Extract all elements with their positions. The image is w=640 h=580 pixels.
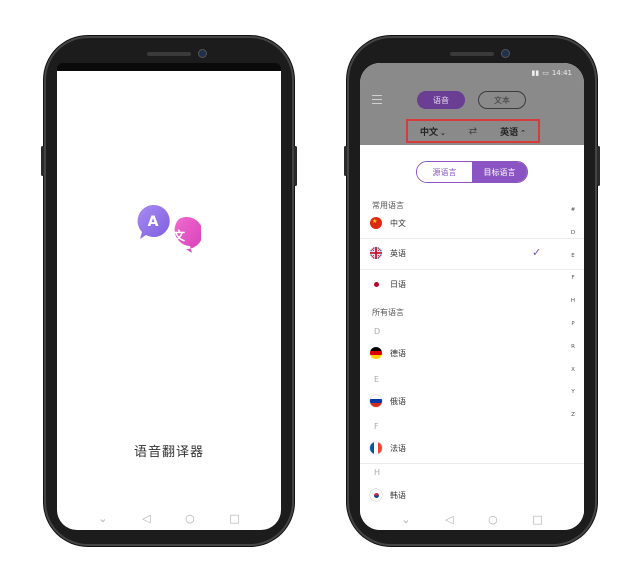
volume-button bbox=[344, 146, 347, 176]
menu-icon[interactable] bbox=[372, 95, 382, 104]
back-icon[interactable]: ◁ bbox=[445, 513, 453, 526]
france-flag-icon bbox=[370, 442, 382, 454]
logo-glyph-wen: 文 bbox=[173, 228, 186, 243]
earpiece bbox=[147, 52, 191, 56]
front-camera bbox=[502, 50, 509, 57]
germany-flag-icon bbox=[370, 347, 382, 359]
phone-frame-right: ▮▮ ▭ 14:41 语音 文本 中文 ⌄ ⇄ 英语 ⌃ 源语言 目标语言 常用… bbox=[344, 36, 600, 546]
alphabet-index[interactable]: # D E F H P R X Y Z bbox=[568, 205, 578, 433]
language-switcher: 中文 ⌄ ⇄ 英语 ⌃ bbox=[406, 119, 540, 143]
language-picker-sheet: 源语言 目标语言 常用语言 ★ 中文 英语 ✓ 日语 所有语言 D 德语 E 俄… bbox=[360, 145, 584, 530]
index-letter[interactable]: Y bbox=[571, 387, 574, 410]
index-letter[interactable]: X bbox=[571, 365, 575, 388]
index-letter[interactable]: P bbox=[571, 319, 574, 342]
tab-source-language[interactable]: 源语言 bbox=[417, 162, 472, 182]
home-icon[interactable]: ○ bbox=[488, 513, 498, 526]
status-time: 14:41 bbox=[551, 69, 572, 77]
china-flag-icon: ★ bbox=[370, 217, 382, 229]
logo-letter-a: A bbox=[148, 214, 159, 230]
divider bbox=[360, 463, 584, 464]
index-letter[interactable]: Z bbox=[571, 410, 575, 433]
splash-screen: A 文 语音翻译器 ⌄ ◁ ○ □ bbox=[57, 63, 281, 530]
battery-icon: ▭ bbox=[542, 69, 549, 77]
language-item-russian[interactable]: 俄语 bbox=[370, 393, 560, 409]
chevron-up-icon: ⌃ bbox=[520, 128, 526, 137]
chevron-down-icon[interactable]: ⌄ bbox=[401, 513, 410, 526]
signal-icon: ▮▮ bbox=[531, 69, 540, 77]
chevron-down-icon: ⌄ bbox=[440, 128, 446, 137]
language-item-japanese[interactable]: 日语 bbox=[370, 276, 560, 292]
language-name: 英语 bbox=[390, 248, 406, 258]
group-letter-f: F bbox=[374, 422, 379, 431]
common-languages-title: 常用语言 bbox=[372, 201, 404, 210]
recents-icon[interactable]: □ bbox=[229, 512, 239, 525]
target-language-label: 英语 bbox=[500, 127, 519, 138]
phone-frame-left: A 文 语音翻译器 ⌄ ◁ ○ □ bbox=[41, 36, 297, 546]
front-camera bbox=[199, 50, 206, 57]
volume-button bbox=[41, 146, 44, 176]
russia-flag-icon bbox=[370, 395, 382, 407]
language-name: 俄语 bbox=[390, 396, 406, 406]
home-icon[interactable]: ○ bbox=[185, 512, 195, 525]
check-icon: ✓ bbox=[532, 246, 542, 259]
language-item-german[interactable]: 德语 bbox=[370, 345, 560, 361]
japan-flag-icon bbox=[370, 278, 382, 290]
tab-voice[interactable]: 语音 bbox=[417, 91, 465, 109]
tab-target-language[interactable]: 目标语言 bbox=[472, 162, 527, 182]
uk-flag-icon bbox=[370, 247, 382, 259]
app-logo-icon: A 文 bbox=[137, 204, 201, 253]
language-name: 德语 bbox=[390, 348, 406, 358]
source-language-label: 中文 bbox=[420, 127, 439, 138]
system-nav-bar: ⌄ ◁ ○ □ bbox=[57, 506, 281, 530]
language-name: 法语 bbox=[390, 443, 406, 453]
korea-flag-icon bbox=[370, 489, 382, 501]
picker-tabs: 源语言 目标语言 bbox=[416, 161, 528, 183]
status-bar: ▮▮ ▭ 14:41 bbox=[360, 63, 584, 83]
language-item-korean[interactable]: 韩语 bbox=[370, 487, 560, 503]
swap-icon[interactable]: ⇄ bbox=[469, 126, 477, 137]
divider bbox=[360, 238, 584, 239]
index-letter[interactable]: E bbox=[571, 251, 574, 274]
language-name: 日语 bbox=[390, 279, 406, 289]
chevron-down-icon[interactable]: ⌄ bbox=[98, 512, 107, 525]
group-letter-e: E bbox=[374, 375, 380, 384]
source-language-button[interactable]: 中文 ⌄ bbox=[420, 125, 446, 138]
target-language-button[interactable]: 英语 ⌃ bbox=[500, 125, 526, 138]
language-item-french[interactable]: 法语 bbox=[370, 440, 560, 456]
system-nav-bar: ⌄ ◁ ○ □ bbox=[360, 508, 584, 530]
header: 语音 文本 中文 ⌄ ⇄ 英语 ⌃ bbox=[360, 83, 584, 145]
power-button bbox=[294, 146, 297, 186]
showcase: A 文 语音翻译器 ⌄ ◁ ○ □ ▮▮ ▭ 14:41 语音 文本 中文 ⌄ … bbox=[0, 0, 640, 580]
divider bbox=[360, 269, 584, 270]
earpiece bbox=[450, 52, 494, 56]
language-name: 中文 bbox=[390, 218, 406, 228]
index-letter[interactable]: # bbox=[571, 205, 576, 228]
group-letter-h: H bbox=[374, 468, 381, 477]
app-name: 语音翻译器 bbox=[133, 445, 204, 460]
index-letter[interactable]: R bbox=[571, 342, 575, 365]
all-languages-title: 所有语言 bbox=[372, 308, 404, 317]
back-icon[interactable]: ◁ bbox=[142, 512, 150, 525]
tab-text[interactable]: 文本 bbox=[478, 91, 526, 109]
index-letter[interactable]: H bbox=[571, 296, 575, 319]
language-item-chinese[interactable]: ★ 中文 bbox=[370, 215, 560, 231]
language-name: 韩语 bbox=[390, 490, 406, 500]
group-letter-d: D bbox=[374, 327, 381, 336]
index-letter[interactable]: F bbox=[571, 273, 574, 296]
power-button bbox=[597, 146, 600, 186]
recents-icon[interactable]: □ bbox=[532, 513, 542, 526]
translator-screen: ▮▮ ▭ 14:41 语音 文本 中文 ⌄ ⇄ 英语 ⌃ 源语言 目标语言 常用… bbox=[360, 63, 584, 530]
index-letter[interactable]: D bbox=[571, 228, 575, 251]
